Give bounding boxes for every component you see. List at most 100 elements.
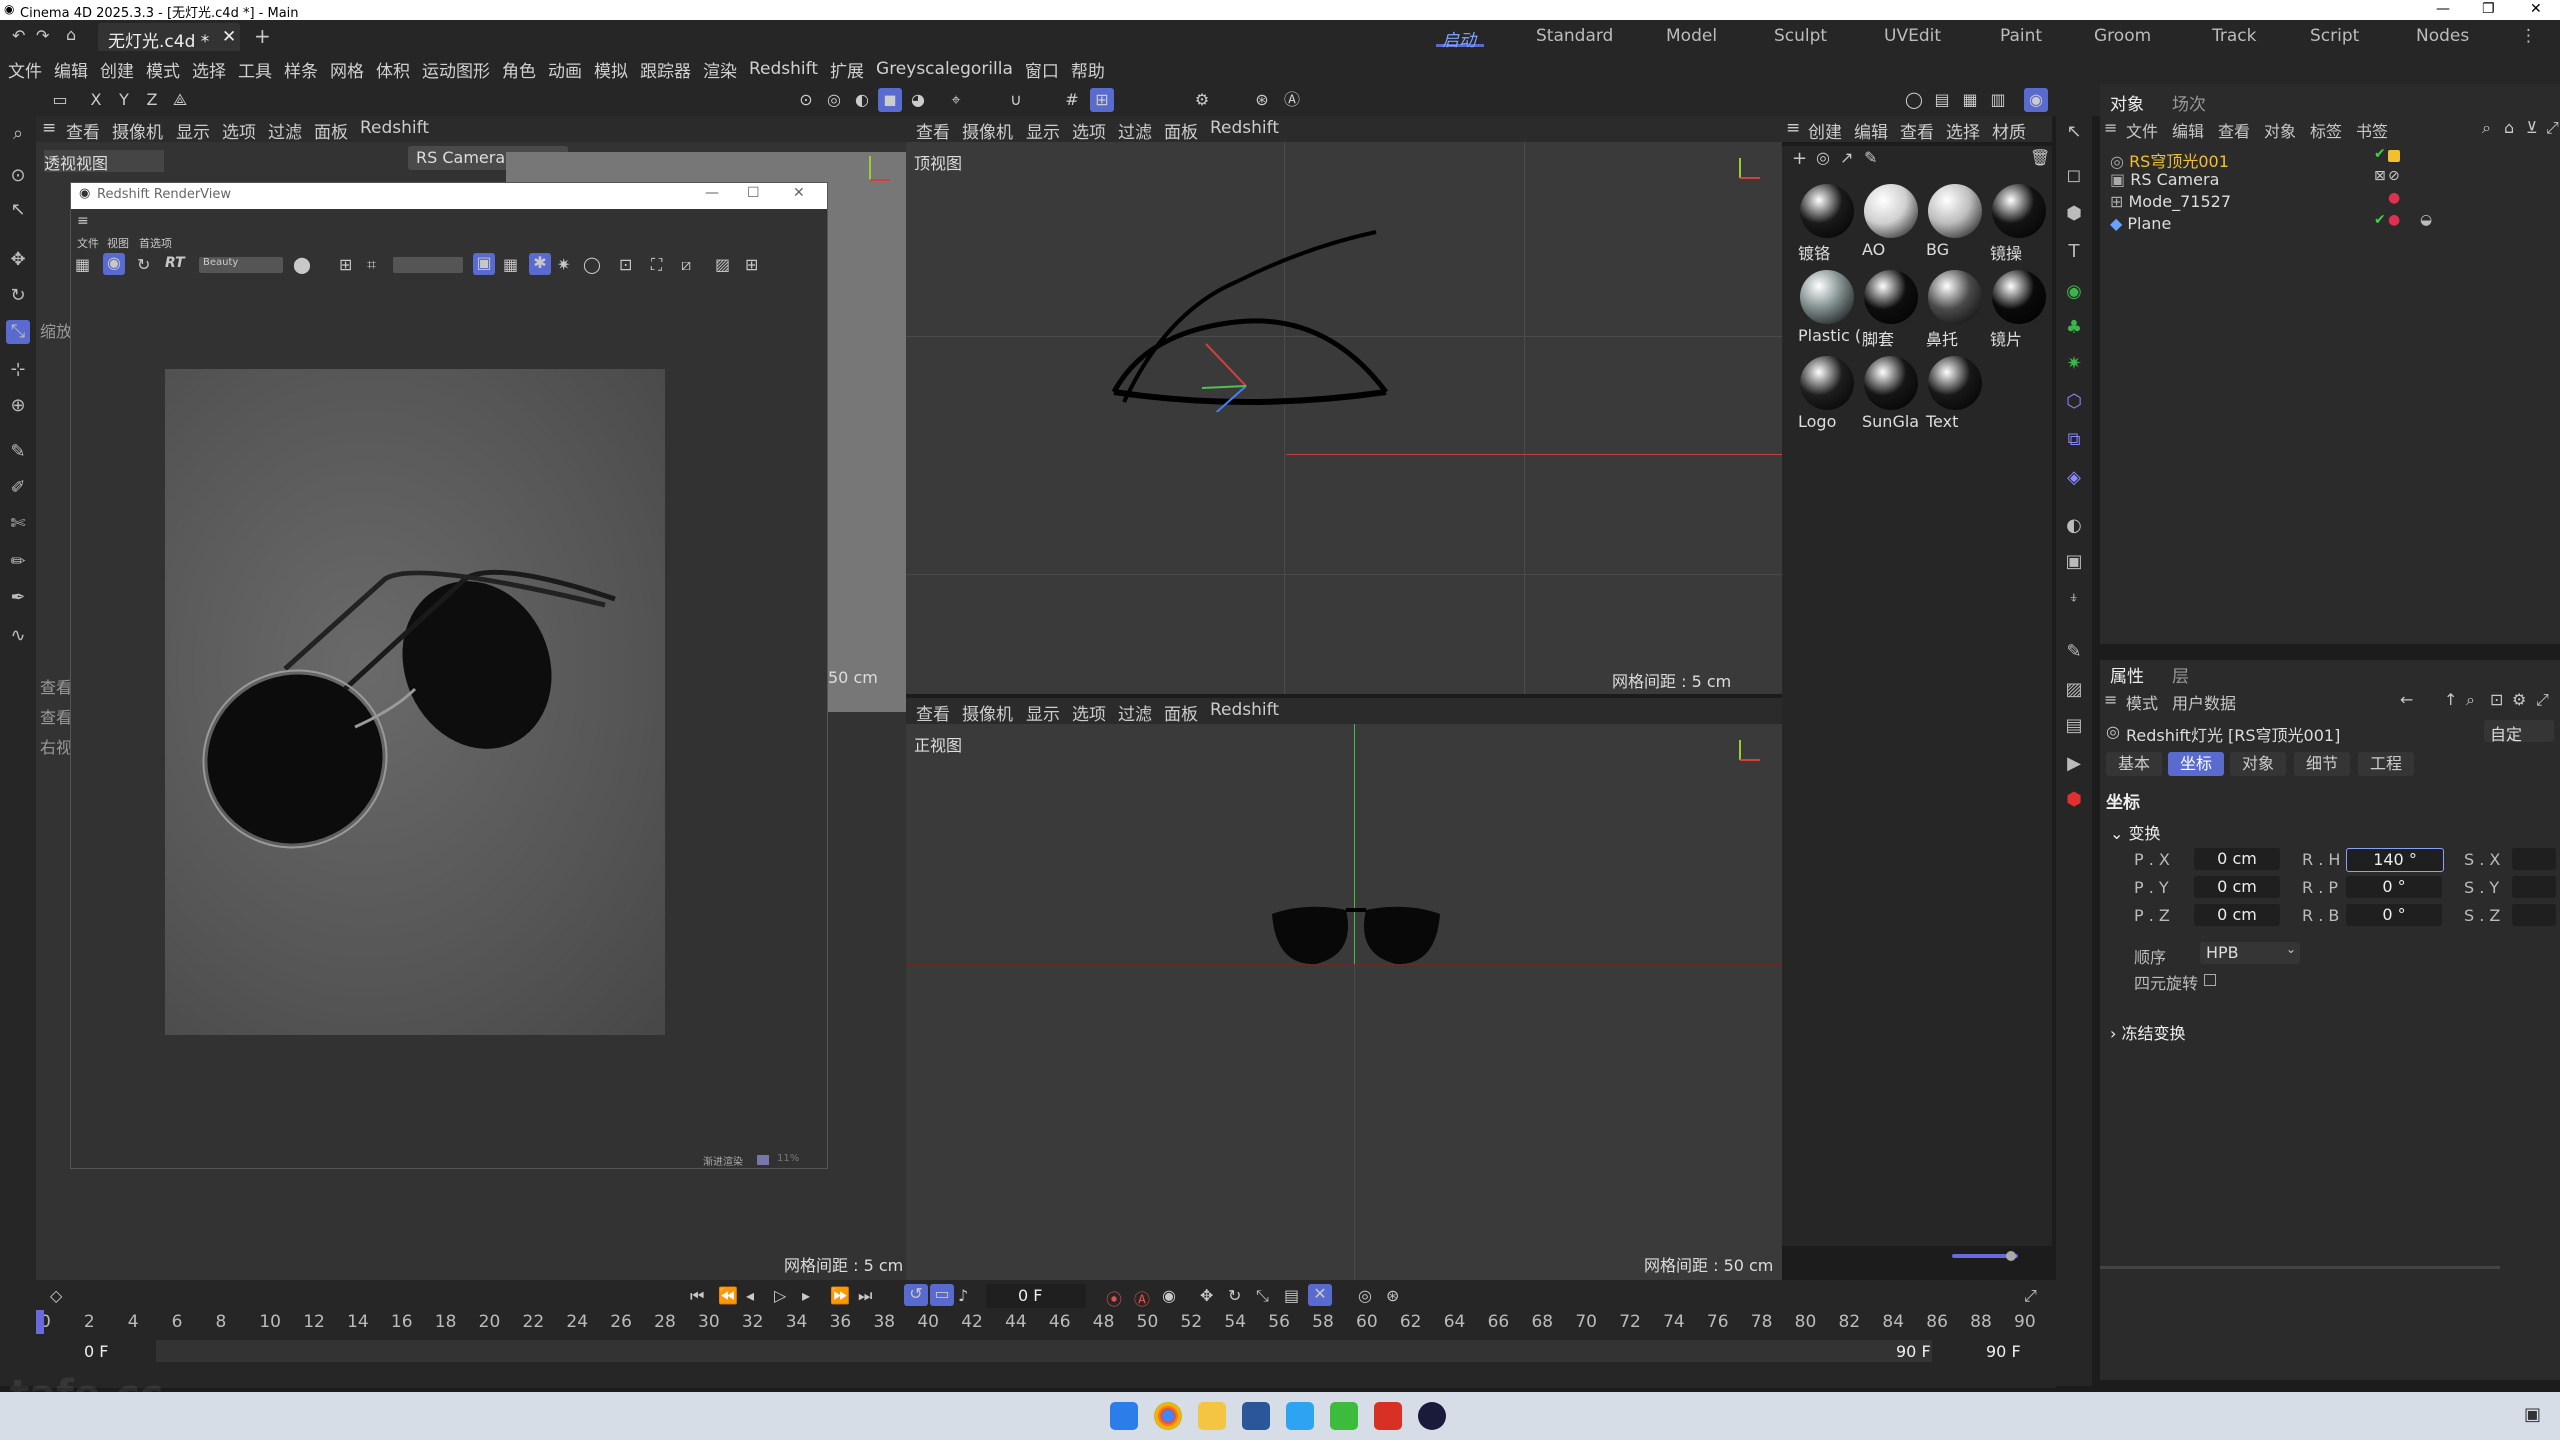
menu-mesh[interactable]: 网格 — [330, 57, 364, 82]
texture-tag-icon[interactable]: ◒ — [2420, 212, 2432, 228]
objmgr-menu-tags[interactable]: 标签 — [2310, 118, 2342, 142]
renderview-minimize-icon[interactable]: — — [705, 185, 719, 201]
workplane-icon[interactable]: ⊞ — [1090, 88, 1114, 112]
current-frame-field[interactable]: 0 F — [986, 1284, 1086, 1308]
scale-z-field[interactable] — [2512, 904, 2556, 926]
front-menu-panel[interactable]: 面板 — [1164, 700, 1198, 725]
material-arrow-icon[interactable]: ↗ — [1840, 148, 1853, 167]
scale-key-icon[interactable]: ⤡ — [1256, 1286, 1269, 1306]
rotate-icon[interactable]: ↻ — [6, 284, 30, 308]
material-swatch[interactable]: Logo — [1798, 354, 1856, 431]
pos-x-field[interactable]: 0 cm — [2194, 848, 2280, 870]
group-freeze[interactable]: › 冻结变换 — [2110, 1020, 2186, 1044]
scale-x-field[interactable] — [2512, 848, 2556, 870]
objmgr-menu-file[interactable]: 文件 — [2126, 118, 2158, 142]
render-start-icon[interactable]: ◉ — [103, 253, 125, 275]
top-menu-filter[interactable]: 过滤 — [1118, 118, 1152, 143]
prev-frame-icon[interactable]: ◂ — [746, 1286, 754, 1305]
brush-icon[interactable]: ✒ — [6, 586, 30, 610]
circle-icon[interactable]: ◯ — [583, 255, 601, 274]
arrow-tool-icon[interactable]: ↖ — [2062, 120, 2086, 144]
menu-tracker[interactable]: 跟踪器 — [640, 57, 691, 82]
transform-icon[interactable]: ⊹ — [6, 358, 30, 382]
menu-window[interactable]: 窗口 — [1025, 57, 1059, 82]
param-key-icon[interactable]: ▤ — [1284, 1286, 1299, 1305]
loop-icon[interactable]: ↺ — [904, 1284, 928, 1306]
front-viewport[interactable]: 正视图 网格间距 : 50 cm — [906, 724, 1782, 1280]
front-menu-view[interactable]: 查看 — [916, 700, 950, 725]
more-icon[interactable]: ⋮ — [2520, 26, 2537, 46]
crop-icon[interactable]: ⌗ — [367, 255, 376, 275]
menu-greyscalegorilla[interactable]: Greyscalegorilla — [876, 59, 1013, 79]
cinema4d-taskbar-icon[interactable] — [1418, 1402, 1446, 1430]
persp-menu-display[interactable]: 显示 — [176, 118, 210, 143]
keyframe-icon[interactable]: ◇ — [50, 1286, 62, 1305]
snapshot-dropdown[interactable] — [393, 257, 463, 273]
minimize-icon[interactable]: — — [2436, 1, 2450, 17]
group-transform[interactable]: ⌄ 变换 — [2110, 820, 2161, 844]
maximize-icon[interactable]: ❐ — [2482, 1, 2495, 17]
layout-tab-sculpt[interactable]: Sculpt — [1774, 26, 1827, 46]
redo-icon[interactable]: ↷ — [36, 26, 49, 45]
material-menu-icon[interactable]: ≡ — [1786, 118, 1800, 138]
top-menu-redshift[interactable]: Redshift — [1210, 118, 1279, 138]
symmetry-icon[interactable]: ⚙ — [1190, 88, 1214, 112]
knife-icon[interactable]: ✄ — [6, 512, 30, 536]
objmgr-menu-object[interactable]: 对象 — [2264, 118, 2296, 142]
protection-tag-icon[interactable]: ⊘ — [2388, 168, 2400, 184]
rotation-key-icon[interactable]: ↻ — [1228, 1286, 1241, 1305]
object-row[interactable]: ▣ RS Camera — [2110, 170, 2219, 189]
extrude-icon[interactable]: ⊕ — [6, 394, 30, 418]
material-swatch[interactable]: 脚套 — [1862, 268, 1920, 349]
aov-dropdown[interactable]: Beauty — [199, 257, 283, 273]
back-arrow-icon[interactable]: ← — [2400, 690, 2413, 709]
redshift-logo-icon[interactable]: ⬢ — [2062, 788, 2086, 812]
picture-icon[interactable]: ▨ — [2062, 678, 2086, 702]
document-tab[interactable]: 无灯光.c4d * ✕ — [98, 23, 240, 52]
layout-tab-groom[interactable]: Groom — [2094, 26, 2151, 46]
file-explorer-icon[interactable] — [1198, 1402, 1226, 1430]
top-menu-panel[interactable]: 面板 — [1164, 118, 1198, 143]
objmgr-menu-icon[interactable]: ≡ — [2104, 118, 2117, 137]
generator-icon[interactable]: ◉ — [2062, 280, 2086, 304]
attrs-expand-icon[interactable]: ⤢ — [2536, 690, 2549, 710]
sketch-icon[interactable]: ✐ — [6, 476, 30, 500]
menu-spline[interactable]: 样条 — [284, 57, 318, 82]
pos-y-field[interactable]: 0 cm — [2194, 876, 2280, 898]
effector-icon[interactable]: ✷ — [2062, 352, 2086, 376]
playhead[interactable] — [36, 1310, 44, 1334]
goto-start-icon[interactable]: ⏮ — [690, 1286, 704, 1306]
objmgr-home-icon[interactable]: ⌂ — [2504, 118, 2514, 137]
tag-icon[interactable] — [2388, 150, 2400, 162]
menu-mograph[interactable]: 运动图形 — [422, 57, 490, 82]
subtab-basic[interactable]: 基本 — [2106, 752, 2162, 776]
range-bar[interactable] — [156, 1340, 1932, 1362]
points-mode-icon[interactable]: ⊙ — [794, 88, 818, 112]
scale-y-field[interactable] — [2512, 876, 2556, 898]
layout-tab-startup[interactable]: 启动 — [1442, 26, 1476, 51]
renderview-maximize-icon[interactable]: ☐ — [747, 185, 760, 201]
tray-icon[interactable]: ▣ — [2524, 1404, 2541, 1425]
menu-redshift[interactable]: Redshift — [749, 59, 818, 79]
lock-icon[interactable]: ⊛ — [1250, 88, 1274, 112]
rot-p-field[interactable]: 0 ° — [2346, 876, 2442, 898]
new-tab-icon[interactable]: + — [254, 24, 271, 48]
menu-help[interactable]: 帮助 — [1071, 57, 1105, 82]
object-mode-icon[interactable]: ▭ — [48, 88, 72, 112]
top-menu-options[interactable]: 选项 — [1072, 118, 1106, 143]
attrs-menu-mode[interactable]: 模式 — [2126, 690, 2158, 714]
word-icon[interactable] — [1242, 1402, 1270, 1430]
scale-icon[interactable]: ⤡ — [6, 320, 30, 344]
axis-y-button[interactable]: Y — [112, 88, 136, 112]
photos-icon[interactable] — [1286, 1402, 1314, 1430]
chrome-icon[interactable] — [1154, 1402, 1182, 1430]
menu-create[interactable]: 创建 — [100, 57, 134, 82]
menu-render[interactable]: 渲染 — [703, 57, 737, 82]
clapboard-icon[interactable]: ▦ — [75, 255, 90, 274]
objmgr-filter-icon[interactable]: ⊻ — [2526, 118, 2538, 137]
layout-tab-script[interactable]: Script — [2310, 26, 2359, 46]
enabled-check-icon[interactable]: ✔ — [2374, 212, 2386, 228]
objmgr-menu-bookmarks[interactable]: 书签 — [2356, 118, 2388, 142]
material-pick-icon[interactable]: ✎ — [1864, 148, 1877, 167]
add-material-icon[interactable]: + — [1792, 148, 1807, 169]
